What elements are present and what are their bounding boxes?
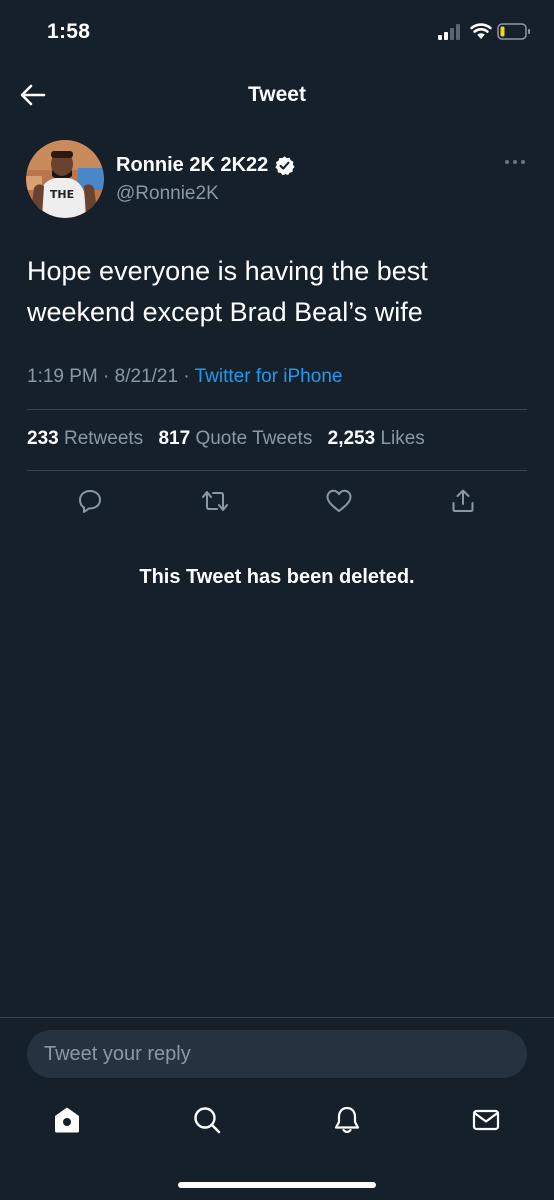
tweet-detail-screen: 1:58 Tweet THE Ronnie 2K 2K22 @Ronnie2K … xyxy=(0,0,554,1200)
quote-tweets-label: Quote Tweets xyxy=(195,428,313,449)
tab-notifications[interactable] xyxy=(327,1097,367,1143)
more-options-button[interactable] xyxy=(500,152,530,172)
likes-count: 2,253 xyxy=(327,428,376,449)
status-bar: 1:58 xyxy=(0,0,554,66)
tweet-source-link[interactable]: Twitter for iPhone xyxy=(195,366,343,387)
retweet-icon xyxy=(202,491,228,511)
reply-input[interactable]: Tweet your reply xyxy=(27,1030,527,1078)
battery-icon xyxy=(497,23,530,40)
messages-icon xyxy=(472,1109,500,1131)
reply-placeholder: Tweet your reply xyxy=(44,1042,191,1065)
tweet-author: THE Ronnie 2K 2K22 @Ronnie2K xyxy=(26,140,530,220)
share-icon xyxy=(452,489,474,512)
author-name-row[interactable]: Ronnie 2K 2K22 xyxy=(116,154,295,177)
tweet-stats: 233 Retweets 817 Quote Tweets 2,253 Like… xyxy=(27,428,435,450)
status-time: 1:58 xyxy=(47,20,91,43)
reply-button[interactable] xyxy=(73,484,107,518)
retweets-count: 233 xyxy=(27,428,59,449)
tab-search[interactable] xyxy=(187,1097,227,1143)
tab-home[interactable] xyxy=(47,1097,87,1143)
bottom-tab-bar xyxy=(0,1097,554,1147)
quote-tweets-stat[interactable]: 817 Quote Tweets xyxy=(158,428,312,449)
meta-separator: · xyxy=(103,366,110,387)
author-handle[interactable]: @Ronnie2K xyxy=(116,183,219,205)
tab-messages[interactable] xyxy=(466,1097,506,1143)
likes-stat[interactable]: 2,253 Likes xyxy=(328,428,425,449)
author-name: Ronnie 2K 2K22 xyxy=(116,154,269,176)
nav-header: Tweet xyxy=(0,66,554,124)
more-horizontal-icon xyxy=(505,160,525,164)
share-button[interactable] xyxy=(446,484,480,518)
notifications-icon xyxy=(334,1106,360,1134)
wifi-icon xyxy=(470,23,492,39)
deleted-tweet-notice: This Tweet has been deleted. xyxy=(139,566,415,588)
avatar-image: THE xyxy=(26,140,104,218)
tweet-meta: 1:19 PM · 8/21/21 · Twitter for iPhone xyxy=(27,366,342,388)
meta-separator: · xyxy=(183,366,190,387)
verified-badge-icon xyxy=(275,156,295,176)
reply-icon xyxy=(79,490,101,513)
cellular-signal-icon xyxy=(438,24,460,40)
search-icon xyxy=(194,1107,221,1134)
avatar-shirt-text: THE xyxy=(50,188,74,201)
divider xyxy=(27,470,527,471)
avatar[interactable]: THE xyxy=(26,140,104,218)
tweet-text: Hope everyone is having the best weekend… xyxy=(27,256,428,327)
divider xyxy=(0,1017,554,1018)
likes-label: Likes xyxy=(380,428,425,449)
tweet-time[interactable]: 1:19 PM xyxy=(27,366,98,387)
page-title: Tweet xyxy=(248,83,306,106)
quote-tweets-count: 817 xyxy=(158,428,191,449)
retweet-button[interactable] xyxy=(198,484,232,518)
tweet-actions xyxy=(0,484,554,518)
home-indicator[interactable] xyxy=(178,1182,376,1188)
divider xyxy=(27,409,527,410)
home-icon xyxy=(55,1107,79,1133)
retweets-stat[interactable]: 233 Retweets xyxy=(27,428,143,449)
like-button[interactable] xyxy=(322,484,356,518)
like-icon xyxy=(326,489,352,512)
tweet-date[interactable]: 8/21/21 xyxy=(115,366,178,387)
retweets-label: Retweets xyxy=(63,428,144,449)
